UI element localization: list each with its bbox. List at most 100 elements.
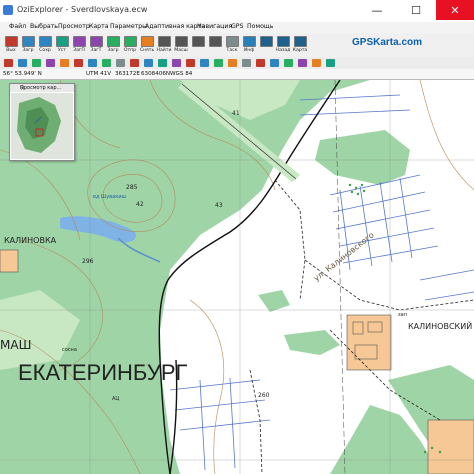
menu-view[interactable]: Просмотр — [58, 23, 90, 30]
overview-title: Просмотр кар... — [20, 85, 62, 91]
download-button[interactable]: Загр — [105, 35, 121, 55]
zoom-out-icon — [208, 36, 222, 47]
toolbar-button-label: Вых — [6, 48, 16, 53]
village-label: КАЛИНОВКА — [4, 236, 57, 245]
tool-icon[interactable] — [200, 59, 209, 67]
zoom-in-button[interactable] — [190, 35, 206, 55]
toolbar-button-label: Инф — [243, 48, 255, 53]
save-button[interactable]: Сохр — [37, 35, 53, 55]
zoom-button[interactable]: Масш — [173, 35, 189, 55]
task-icon — [225, 36, 239, 47]
overview-title-bar[interactable]: Просмотр кар... × — [10, 84, 74, 92]
title-bar: OziExplorer - Sverdlovskaya.ecw — ☐ ✕ — [0, 0, 474, 23]
search-button[interactable]: Найти — [156, 35, 172, 55]
info-icon — [242, 36, 256, 47]
tool-icon[interactable] — [242, 59, 251, 67]
tool-icon[interactable] — [102, 59, 111, 67]
send-button[interactable]: Отпр — [122, 35, 138, 55]
clear-button[interactable]: Снять — [139, 35, 155, 55]
elevation-label: 285 — [126, 184, 138, 191]
tool-icon[interactable] — [172, 59, 181, 67]
tool-icon[interactable] — [228, 59, 237, 67]
toolbar-button-label: Уст — [57, 48, 66, 53]
gps-set-icon — [55, 36, 69, 47]
status-northing: 6308406N — [141, 71, 171, 77]
maximize-button[interactable]: ☐ — [397, 0, 435, 20]
task-button[interactable]: Таск — [224, 35, 240, 55]
tool-icon[interactable] — [186, 59, 195, 67]
menu-map[interactable]: Карта — [89, 23, 109, 30]
water-label: вд Шувакиш — [93, 194, 127, 200]
settlement-label: КАЛИНОВСКИЙ — [408, 322, 473, 331]
load-button[interactable]: Загр — [20, 35, 36, 55]
exit-icon — [4, 36, 18, 47]
grid-number-label: 41 — [232, 110, 240, 117]
window-title: OziExplorer - Sverdlovskaya.ecw — [17, 5, 148, 14]
menu-adaptive-map[interactable]: Адаптивная карта — [145, 23, 205, 30]
navigate-arrows-button[interactable] — [258, 35, 274, 55]
tool-icon[interactable] — [88, 59, 97, 67]
tool-icon[interactable] — [214, 59, 223, 67]
close-button[interactable]: ✕ — [436, 0, 474, 20]
status-bar: 56° 53.949' N UTM 41V 363172E 6308406N W… — [0, 69, 474, 80]
tool-icon[interactable] — [270, 59, 279, 67]
tool-icon[interactable] — [130, 59, 139, 67]
tool-icon[interactable] — [60, 59, 69, 67]
menu-settings[interactable]: Параметры — [110, 23, 147, 30]
oziexplorer-window: OziExplorer - Sverdlovskaya.ecw — ☐ ✕ Фа… — [0, 0, 474, 474]
exit-button[interactable]: Вых — [3, 35, 19, 55]
menu-help[interactable]: Помощь — [247, 23, 273, 30]
tool-icon[interactable] — [116, 59, 125, 67]
menu-select[interactable]: Выбрать — [30, 23, 58, 30]
map-overview-panel[interactable]: Просмотр кар... × — [9, 83, 75, 161]
menu-gps[interactable]: GPS — [231, 23, 243, 30]
menu-file[interactable]: Файл — [9, 23, 26, 30]
tool-icon[interactable] — [144, 59, 153, 67]
download-icon — [106, 36, 120, 47]
back-button[interactable]: Назад — [275, 35, 291, 55]
toolbar-button-label: Снять — [139, 48, 155, 53]
tool-icon[interactable] — [298, 59, 307, 67]
tool-icon[interactable] — [74, 59, 83, 67]
building-block — [427, 419, 474, 474]
tool-icon[interactable] — [32, 59, 41, 67]
overview-close-icon[interactable]: × — [20, 85, 25, 92]
status-latitude: 56° 53.949' N — [3, 71, 42, 77]
zoom-out-button[interactable] — [207, 35, 223, 55]
district-label: МАШ — [0, 338, 32, 352]
tree-label: сосна — [62, 347, 77, 353]
back-icon — [276, 36, 290, 47]
status-datum: WGS 84 — [170, 71, 193, 77]
menu-navigation[interactable]: Навигация — [197, 23, 232, 30]
search-icon — [157, 36, 171, 47]
tool-icon[interactable] — [158, 59, 167, 67]
load-points-button[interactable]: ЗагП — [71, 35, 87, 55]
load-track-button[interactable]: ЗагТ — [88, 35, 104, 55]
gps-set-button[interactable]: Уст — [54, 35, 70, 55]
tool-icon[interactable] — [18, 59, 27, 67]
tool-icon[interactable] — [326, 59, 335, 67]
brand-label[interactable]: GPSKarta.com — [352, 37, 422, 48]
toolbar-button-label: Карта — [292, 48, 308, 53]
elevation-label: 260 — [258, 392, 270, 399]
city-label: ЕКАТЕРИНБУРГ — [18, 360, 188, 385]
tool-icon[interactable] — [312, 59, 321, 67]
map-button[interactable]: Карта — [292, 35, 308, 55]
map-icon — [293, 36, 307, 47]
status-utm-zone: UTM 41V — [86, 71, 112, 77]
toolbar-button-label: Сохр — [39, 48, 51, 53]
load-track-icon — [89, 36, 103, 47]
building-block — [0, 249, 19, 273]
app-icon — [3, 5, 13, 15]
info-button[interactable]: Инф — [241, 35, 257, 55]
tool-icon[interactable] — [4, 59, 13, 67]
feature-label: АЦ — [112, 396, 120, 402]
tool-icon[interactable] — [46, 59, 55, 67]
tool-icon[interactable] — [284, 59, 293, 67]
status-easting: 363172E — [115, 71, 140, 77]
toolbar-button-label: ЗагТ — [90, 48, 102, 53]
tool-icon[interactable] — [256, 59, 265, 67]
grid-number-label: 43 — [215, 202, 223, 209]
overview-map[interactable] — [11, 93, 73, 159]
minimize-button[interactable]: — — [358, 0, 396, 20]
